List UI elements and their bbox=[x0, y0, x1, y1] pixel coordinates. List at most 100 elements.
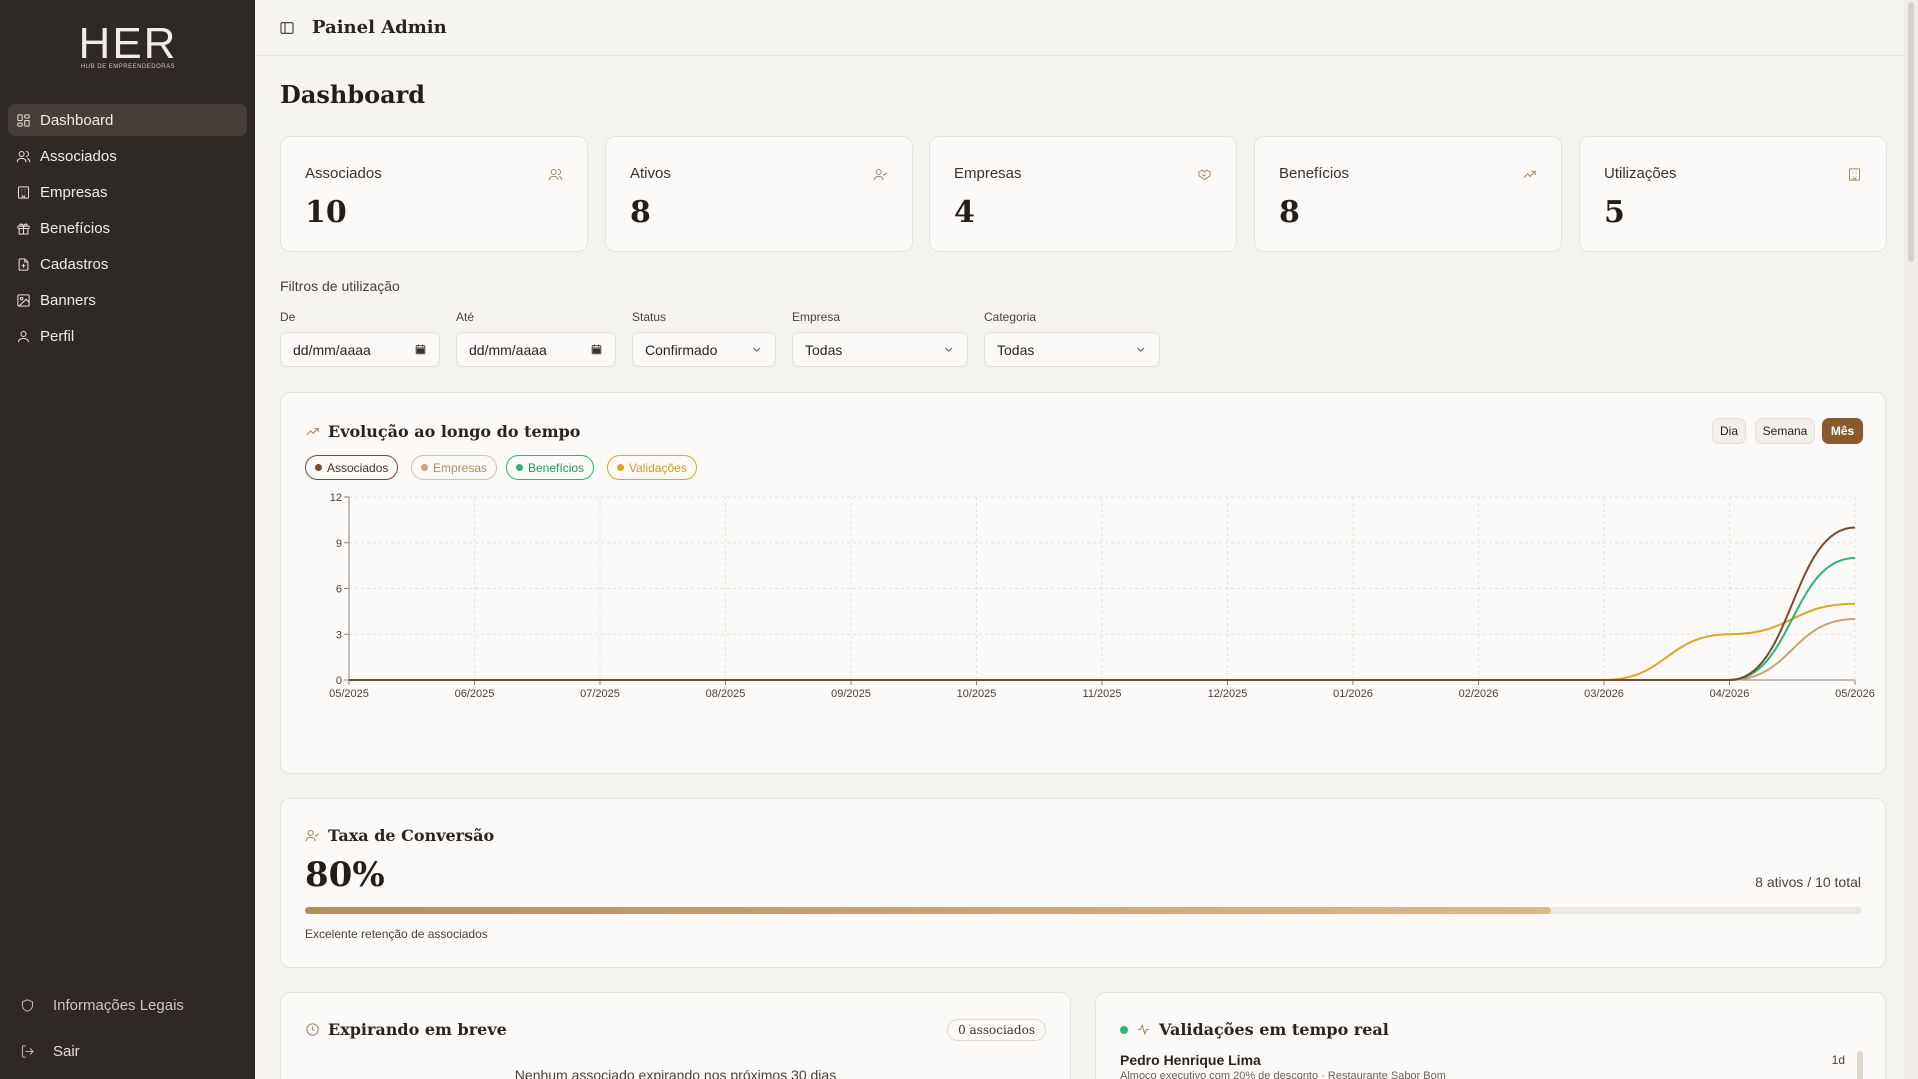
conversion-ratio: 8 ativos / 10 total bbox=[1755, 874, 1861, 890]
company-select-value: Todas bbox=[805, 341, 843, 358]
expiring-empty-text: Nenhum associado expirando nos próximos … bbox=[514, 1067, 837, 1079]
top-bar: Painel Admin bbox=[255, 0, 1918, 56]
x-tick-label: 09/2025 bbox=[831, 688, 871, 700]
expiring-title-text: Expirando em breve bbox=[328, 1020, 507, 1039]
category-select-value: Todas bbox=[997, 341, 1035, 358]
clock-icon bbox=[306, 1023, 319, 1036]
validations-card: Validações em tempo real Pedro Henrique … bbox=[1095, 992, 1886, 1079]
kpi-card-associados: Associados 10 bbox=[280, 136, 588, 252]
calendar-icon[interactable] bbox=[414, 343, 427, 356]
to-label: Até bbox=[456, 310, 475, 324]
category-select[interactable]: Todas bbox=[984, 332, 1160, 367]
sidebar-item-label: Dashboard bbox=[40, 111, 114, 129]
sidebar-nav: Dashboard Associados Empresas Benefícios… bbox=[8, 104, 247, 356]
conversion-value: 80% bbox=[305, 855, 385, 895]
users-icon bbox=[548, 169, 563, 181]
conversion-progress-track bbox=[305, 907, 1862, 914]
header-title: Painel Admin bbox=[312, 17, 447, 38]
validations-scrollbar[interactable] bbox=[1857, 1051, 1863, 1079]
sidebar-item-perfil[interactable]: Perfil bbox=[8, 320, 247, 352]
y-tick-label: 3 bbox=[336, 629, 342, 641]
building-icon bbox=[17, 185, 30, 199]
expiring-count-badge: 0 associados bbox=[947, 1019, 1046, 1041]
x-tick-label: 05/2026 bbox=[1835, 688, 1875, 700]
sidebar-item-associados[interactable]: Associados bbox=[8, 140, 247, 172]
logout-label: Sair bbox=[53, 1043, 80, 1060]
sidebar-item-label: Perfil bbox=[40, 327, 75, 345]
y-tick-label: 12 bbox=[330, 492, 342, 504]
x-tick-label: 04/2026 bbox=[1710, 688, 1750, 700]
logo-mark: HER bbox=[78, 19, 178, 68]
validation-item-time: 1d bbox=[1831, 1053, 1845, 1067]
chevron-down-icon bbox=[1136, 347, 1145, 352]
y-tick-label: 6 bbox=[336, 584, 342, 596]
user-check-icon bbox=[873, 169, 888, 181]
sidebar-item-banners[interactable]: Banners bbox=[8, 284, 247, 316]
category-label: Categoria bbox=[984, 310, 1037, 324]
conversion-title-text: Taxa de Conversão bbox=[328, 826, 495, 845]
to-date-input[interactable]: dd/mm/aaaa bbox=[456, 332, 616, 367]
sidebar-item-label: Banners bbox=[40, 291, 96, 309]
from-label: De bbox=[280, 310, 296, 324]
kpi-label: Ativos bbox=[630, 165, 671, 182]
expiring-title: Expirando em breve bbox=[305, 1020, 507, 1039]
kpi-value: 8 bbox=[630, 195, 651, 230]
brand-logo[interactable]: HER HUB DE EMPREENDEDORAS bbox=[76, 22, 180, 74]
to-date-placeholder: dd/mm/aaaa bbox=[469, 341, 547, 358]
kpi-value: 8 bbox=[1279, 195, 1300, 230]
company-select[interactable]: Todas bbox=[792, 332, 968, 367]
building-icon bbox=[1849, 168, 1860, 181]
sidebar-item-label: Benefícios bbox=[40, 219, 111, 237]
evolution-chart-card: Evolução ao longo do tempo Dia Semana Mê… bbox=[280, 392, 1886, 774]
x-tick-label: 08/2025 bbox=[706, 688, 746, 700]
legal-info-label: Informações Legais bbox=[53, 997, 184, 1014]
conversion-progress-fill bbox=[305, 907, 1551, 914]
handshake-icon bbox=[1198, 169, 1211, 181]
x-tick-label: 01/2026 bbox=[1333, 688, 1373, 700]
live-indicator-dot bbox=[1120, 1025, 1128, 1034]
kpi-label: Associados bbox=[305, 165, 382, 182]
layout-grid-icon bbox=[17, 113, 30, 127]
kpi-value: 4 bbox=[954, 195, 975, 230]
y-tick-label: 9 bbox=[336, 538, 342, 550]
validation-item-name[interactable]: Pedro Henrique Lima bbox=[1120, 1052, 1261, 1068]
filters-title: Filtros de utilização bbox=[280, 278, 400, 294]
image-icon bbox=[17, 293, 30, 307]
sidebar: HER HUB DE EMPREENDEDORAS Dashboard Asso… bbox=[0, 0, 255, 1079]
logout-button[interactable]: Sair bbox=[20, 1043, 240, 1060]
sidebar-item-label: Cadastros bbox=[40, 255, 109, 273]
status-select[interactable]: Confirmado bbox=[632, 332, 776, 367]
chevron-down-icon bbox=[944, 347, 953, 352]
kpi-label: Utilizações bbox=[1604, 165, 1677, 182]
x-tick-label: 11/2025 bbox=[1083, 688, 1122, 700]
scrollbar-thumb[interactable] bbox=[1908, 2, 1914, 262]
sidebar-item-dashboard[interactable]: Dashboard bbox=[8, 104, 247, 136]
sidebar-item-beneficios[interactable]: Benefícios bbox=[8, 212, 247, 244]
legal-info-link[interactable]: Informações Legais bbox=[20, 997, 240, 1014]
sidebar-item-cadastros[interactable]: Cadastros bbox=[8, 248, 247, 280]
x-tick-label: 10/2025 bbox=[957, 688, 997, 700]
x-tick-label: 02/2026 bbox=[1459, 688, 1499, 700]
kpi-card-ativos: Ativos 8 bbox=[605, 136, 913, 252]
from-date-input[interactable]: dd/mm/aaaa bbox=[280, 332, 440, 367]
chevron-down-icon bbox=[752, 347, 761, 352]
user-icon bbox=[17, 330, 30, 342]
status-select-value: Confirmado bbox=[645, 341, 718, 358]
sidebar-toggle-icon[interactable] bbox=[279, 20, 295, 36]
kpi-value: 10 bbox=[305, 195, 347, 230]
calendar-icon[interactable] bbox=[590, 343, 603, 356]
company-label: Empresa bbox=[792, 310, 841, 324]
conversion-card: Taxa de Conversão 80% 8 ativos / 10 tota… bbox=[280, 798, 1886, 968]
evolution-line-chart: 0 3 6 9 12 05/2025 06/2025 07/2025 08/2025 09/202… bbox=[329, 492, 1875, 700]
file-plus-icon bbox=[18, 257, 29, 271]
validations-title: Validações em tempo real bbox=[1120, 1020, 1389, 1039]
kpi-label: Benefícios bbox=[1279, 165, 1350, 182]
gift-icon bbox=[17, 223, 30, 235]
trending-up-icon bbox=[1523, 170, 1536, 178]
kpi-card-empresas: Empresas 4 bbox=[929, 136, 1237, 252]
sidebar-item-empresas[interactable]: Empresas bbox=[8, 176, 247, 208]
x-tick-label: 07/2025 bbox=[580, 688, 620, 700]
page-scrollbar[interactable] bbox=[1904, 0, 1918, 1079]
status-label: Status bbox=[632, 310, 667, 324]
validations-title-text: Validações em tempo real bbox=[1159, 1020, 1389, 1039]
